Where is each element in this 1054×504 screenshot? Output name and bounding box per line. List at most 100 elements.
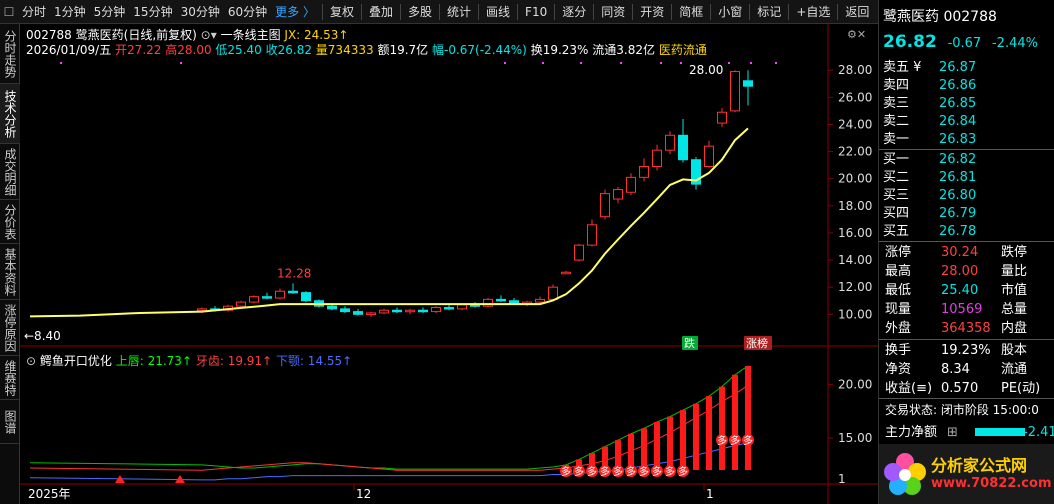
sidebar-tab[interactable]: 分时走势 [0, 24, 20, 84]
indicator-dropdown-icon[interactable]: ⊙▾ [201, 28, 217, 42]
y-tick-label: 12.00 [838, 280, 872, 294]
stat-value: 25.40 [941, 283, 979, 298]
toolbar-button[interactable]: 复权 [326, 0, 358, 24]
indicator-name[interactable]: 一条线主图 [221, 28, 281, 42]
sub-indicator-name[interactable]: 鳄鱼开口优化 [40, 354, 112, 368]
stat-label: 外盘 [885, 321, 912, 336]
candle-body [717, 111, 727, 124]
stat-label: 市值 [1001, 283, 1028, 298]
period-tab[interactable]: 5分钟 [90, 0, 130, 24]
buy-marker-label: 多 [730, 434, 740, 447]
y-tick-label: 20.00 [838, 377, 872, 391]
toolbar-button[interactable]: 同资 [597, 0, 629, 24]
signal-dot [620, 62, 622, 64]
candle-body [405, 309, 415, 313]
book-row[interactable]: 买五 26.78 [879, 222, 1054, 241]
period-tab[interactable]: 15分钟 [129, 0, 176, 24]
toolbar-divider [837, 3, 839, 20]
toolbar-button[interactable]: 画线 [482, 0, 514, 24]
toolbar-button[interactable]: F10 [521, 0, 551, 24]
candle-body [353, 311, 363, 315]
close-icon[interactable]: ✕ [857, 28, 866, 41]
toolbar-button[interactable]: 标记 [753, 0, 785, 24]
stat-label: 跌停 [1001, 245, 1028, 260]
book-row[interactable]: 卖三 26.85 [879, 94, 1054, 113]
candle-body [379, 309, 389, 314]
stat-row: 涨停 30.24 跌停 [879, 243, 1054, 262]
candle-body [197, 308, 207, 311]
chart-area[interactable]: 10.00 12.00 14.00 16.00 18.00 20.00 22.00 24.00… [20, 24, 878, 504]
signal-dot [580, 62, 582, 64]
more-periods-button[interactable]: 更多 〉 [271, 0, 319, 24]
sidebar-tab[interactable]: 成交明细 [0, 144, 20, 200]
toolbar-button[interactable]: 统计 [443, 0, 475, 24]
toolbar-button[interactable]: 返回 [841, 0, 873, 24]
price-change: -0.67 [947, 36, 982, 51]
y-tick-label: 28.00 [838, 63, 872, 77]
chart-svg[interactable]: 10.00 12.00 14.00 16.00 18.00 20.00 22.00 24.00… [20, 24, 878, 504]
candle-body [665, 134, 675, 151]
logo-url: www.70822.com [931, 476, 1052, 491]
candle-body [548, 286, 558, 300]
book-row[interactable]: 卖五 ¥ 26.87 [879, 58, 1054, 77]
signal-bar [693, 403, 699, 470]
sidebar-tab[interactable]: 基本资料 [0, 244, 20, 300]
alligator-line [29, 384, 749, 471]
signal-bar [654, 421, 660, 470]
sector-label[interactable]: 医药流通 [659, 43, 707, 57]
toolbar-button[interactable]: 叠加 [365, 0, 397, 24]
bar-open: 开27.22 [115, 43, 162, 57]
trade-status: 交易状态: 闭市阶段 15:00:0 [885, 403, 1039, 417]
toolbar-button[interactable]: 简框 [675, 0, 707, 24]
toolbar-button[interactable]: 开资 [636, 0, 668, 24]
toolbar-divider [749, 3, 751, 20]
low-price-label: ←8.40 [24, 329, 61, 343]
book-row[interactable]: 卖一 26.83 [879, 130, 1054, 149]
candle-body [366, 312, 376, 315]
toolbar-button[interactable]: +自选 [792, 0, 834, 24]
stock-code: 002788 [26, 28, 72, 42]
stat-label: 内盘 [1001, 321, 1028, 336]
sub-indicator-icon[interactable]: ⊙ [26, 354, 36, 368]
candle-body [249, 296, 259, 303]
period-tab[interactable]: 1分钟 [50, 0, 90, 24]
stat-label: 流通 [1001, 362, 1028, 377]
period-tab[interactable]: 30分钟 [177, 0, 224, 24]
sub-chart-header: ⊙ 鳄鱼开口优化 上唇: 21.73↑ 牙齿: 19.91↑ 下颚: 14.55… [26, 352, 352, 369]
candle-body [574, 244, 584, 261]
candle-body [678, 134, 688, 161]
book-row[interactable]: 买四 26.79 [879, 204, 1054, 223]
sidebar-tab[interactable]: 技术分析 [0, 84, 20, 144]
book-row[interactable]: 买三 26.80 [879, 186, 1054, 205]
toolbar-divider [788, 3, 790, 20]
sidebar-tab[interactable]: 维赛特 [0, 356, 20, 400]
bar-turnover: 换19.23% [530, 43, 589, 57]
main-flow-row[interactable]: 主力净额 ⊞ -2.41 [879, 423, 1054, 442]
stat-label: 最低 [885, 283, 912, 298]
book-row[interactable]: 卖四 26.86 [879, 76, 1054, 95]
sidebar-tab[interactable]: 涨停原因 [0, 300, 20, 356]
checkbox-icon[interactable]: ☐ [0, 5, 18, 19]
sidebar-tab[interactable]: 图谱 [0, 400, 20, 444]
toolbar-button[interactable]: 小窗 [714, 0, 746, 24]
book-row[interactable]: 买二 26.81 [879, 168, 1054, 187]
trade-status-row: 交易状态: 闭市阶段 15:00:0 [879, 401, 1054, 420]
toolbar-button[interactable]: 逐分 [558, 0, 590, 24]
settings-icon[interactable]: ⚙ [847, 28, 857, 41]
signal-dot [542, 62, 544, 64]
sidebar-tab[interactable]: 分价表 [0, 200, 20, 244]
toolbar-button[interactable]: 多股 [404, 0, 436, 24]
stat-label: PE(动) [1001, 381, 1041, 396]
y-tick-label: 20.00 [838, 172, 872, 186]
y-tick-label: 16.00 [838, 226, 872, 240]
main-flow-label: 主力净额 [885, 425, 938, 440]
book-row[interactable]: 买一 26.82 [879, 150, 1054, 169]
period-tab[interactable]: 分时 [18, 0, 50, 24]
expand-icon[interactable]: ⊞ [947, 423, 958, 442]
peak-price-label: 12.28 [277, 266, 311, 280]
logo-text: 分析家公式网 [931, 456, 1028, 475]
stat-label: 总量 [1001, 302, 1028, 317]
period-tab[interactable]: 60分钟 [224, 0, 271, 24]
book-row[interactable]: 卖二 26.84 [879, 112, 1054, 131]
toolbar-divider [593, 3, 595, 20]
